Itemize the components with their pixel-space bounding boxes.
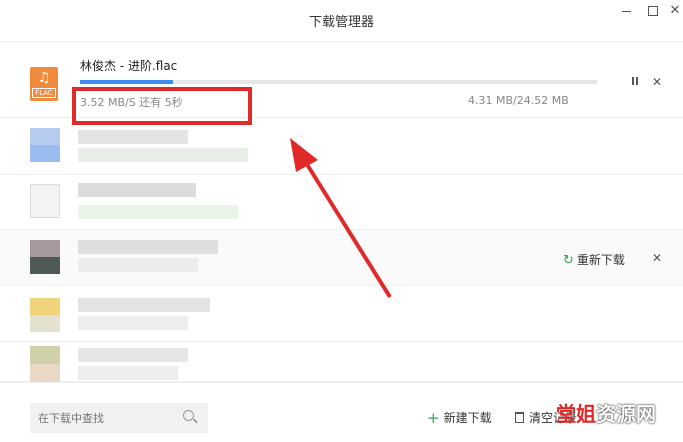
remove-row-button[interactable]: ✕ [652,252,662,264]
progress-fill [80,80,174,84]
trash-icon [515,412,524,423]
window-title: 下载管理器 [308,15,374,30]
cancel-download-button[interactable]: ✕ [652,76,662,88]
download-size: 4.31 MB/24.52 MB [468,94,569,107]
refresh-icon: ↻ [563,253,574,268]
file-icon [30,298,60,332]
file-icon [30,184,60,218]
close-window-icon[interactable]: ✕ [666,4,683,18]
pause-button[interactable] [630,76,640,86]
redownload-button[interactable]: ↻ 重新下载 [563,251,625,268]
search-input[interactable] [30,403,208,433]
file-icon [30,346,60,382]
blurred-text [78,258,198,272]
blurred-text [78,240,218,254]
watermark-rest: 资源网 [596,402,656,426]
search-icon[interactable] [183,410,194,421]
progress-bar [80,80,597,84]
file-icon [30,128,60,162]
download-row-blurred[interactable] [0,118,683,175]
download-row-blurred[interactable] [0,286,683,342]
blurred-text [78,366,178,380]
file-icon [30,240,60,274]
redownload-label: 重新下载 [576,253,625,267]
blurred-text [78,130,188,144]
flac-file-icon: ♫ FLAC [30,67,58,101]
highlight-box [72,87,252,125]
blurred-text [78,183,196,197]
blurred-text [78,148,248,162]
maximize-icon[interactable] [644,4,662,18]
flac-icon-label: FLAC [32,88,56,98]
blurred-text [78,205,238,219]
blurred-text [78,316,188,330]
title-bar: 下载管理器 ✕ [0,0,683,42]
watermark-logo: 堂姐资源网 [556,398,656,427]
new-download-label: 新建下载 [443,411,492,425]
music-note-icon: ♫ [37,70,51,86]
blurred-text [78,348,188,362]
new-download-button[interactable]: + 新建下载 [427,409,492,427]
watermark-brand: 堂姐 [556,402,596,426]
plus-icon: + [427,409,440,427]
file-name: 林俊杰 - 进阶.flac [80,59,178,73]
minimize-icon[interactable] [618,4,636,18]
blurred-text [78,298,210,312]
